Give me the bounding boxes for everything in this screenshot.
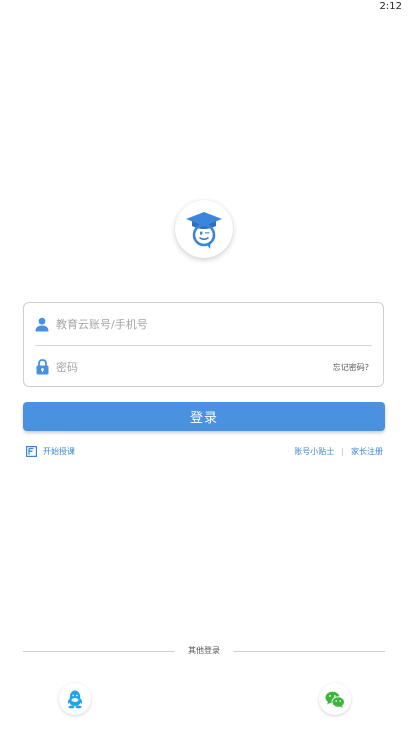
teach-board-icon — [26, 446, 37, 457]
app-logo — [175, 200, 233, 258]
link-separator: | — [341, 447, 344, 456]
username-input[interactable] — [56, 317, 383, 331]
forgot-password-link[interactable]: 忘记密码? — [333, 362, 369, 373]
qq-icon — [67, 690, 83, 709]
wechat-icon — [325, 691, 345, 708]
start-class-label: 开始授课 — [43, 447, 75, 456]
status-time: 2:12 — [379, 1, 402, 12]
parent-register-link[interactable]: 家长注册 — [351, 446, 383, 457]
qq-login-button[interactable] — [59, 683, 91, 715]
start-class-link[interactable]: 开始授课 — [26, 446, 75, 457]
login-button[interactable]: 登录 — [23, 402, 385, 431]
password-row: 忘记密码? — [24, 346, 383, 388]
links-row: 开始授课 账号小贴士 | 家长注册 — [26, 446, 383, 460]
account-links: 账号小贴士 | 家长注册 — [294, 446, 383, 457]
other-login-divider: 其他登录 — [23, 645, 385, 659]
status-bar: 2:12 — [0, 0, 408, 14]
user-icon — [34, 316, 50, 332]
graduation-cap-logo-icon — [186, 212, 222, 249]
divider-line-right — [234, 651, 385, 652]
wechat-login-button[interactable] — [319, 683, 351, 715]
username-row — [24, 303, 383, 345]
login-form: 忘记密码? — [23, 302, 384, 387]
password-input[interactable] — [56, 360, 333, 374]
account-tips-link[interactable]: 账号小贴士 — [294, 446, 334, 457]
lock-icon — [34, 359, 50, 375]
